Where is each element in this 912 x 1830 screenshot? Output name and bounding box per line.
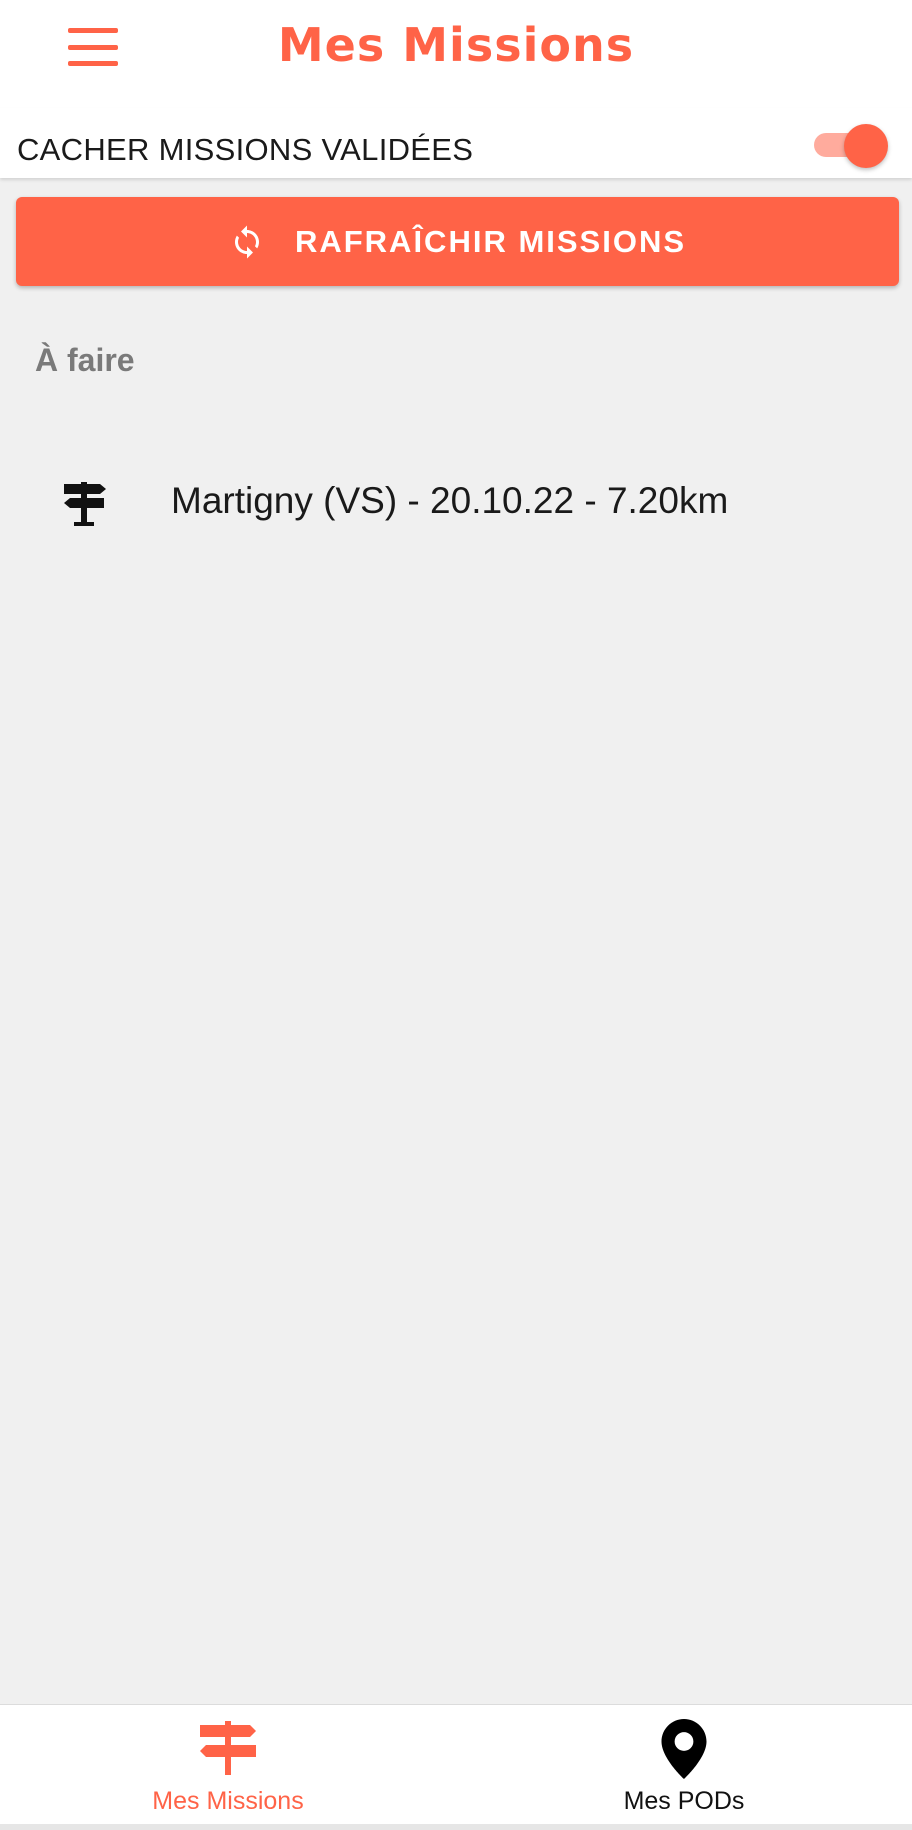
hide-validated-label: CACHER MISSIONS VALIDÉES <box>17 132 474 167</box>
app-header: Mes Missions <box>0 0 912 108</box>
refresh-missions-label: RAFRAÎCHIR MISSIONS <box>294 223 687 259</box>
refresh-missions-button[interactable]: RAFRAÎCHIR MISSIONS <box>16 197 899 286</box>
bottom-navigation: Mes Missions Mes PODs <box>0 1704 912 1824</box>
section-title-todo: À faire <box>35 342 135 378</box>
nav-mes-pods[interactable]: Mes PODs <box>456 1705 912 1825</box>
list-item[interactable]: Martigny (VS) - 20.10.22 - 7.20km <box>0 460 912 544</box>
nav-label-missions: Mes Missions <box>152 1787 304 1815</box>
nav-mes-missions[interactable]: Mes Missions <box>0 1705 456 1825</box>
page-title: Mes Missions <box>277 18 635 72</box>
app-screen: Mes Missions CACHER MISSIONS VALIDÉES RA… <box>0 0 912 1830</box>
hide-validated-toggle[interactable] <box>812 124 892 168</box>
signpost-icon <box>64 482 106 526</box>
refresh-icon <box>234 225 259 258</box>
hide-validated-row: CACHER MISSIONS VALIDÉES <box>0 108 912 178</box>
bottom-system-strip <box>0 1824 912 1830</box>
mission-label: Martigny (VS) - 20.10.22 - 7.20km <box>171 480 729 521</box>
map-pin-icon <box>661 1719 707 1779</box>
signpost-icon <box>200 1721 256 1775</box>
nav-label-pods: Mes PODs <box>623 1787 745 1815</box>
toggle-thumb <box>844 124 888 168</box>
